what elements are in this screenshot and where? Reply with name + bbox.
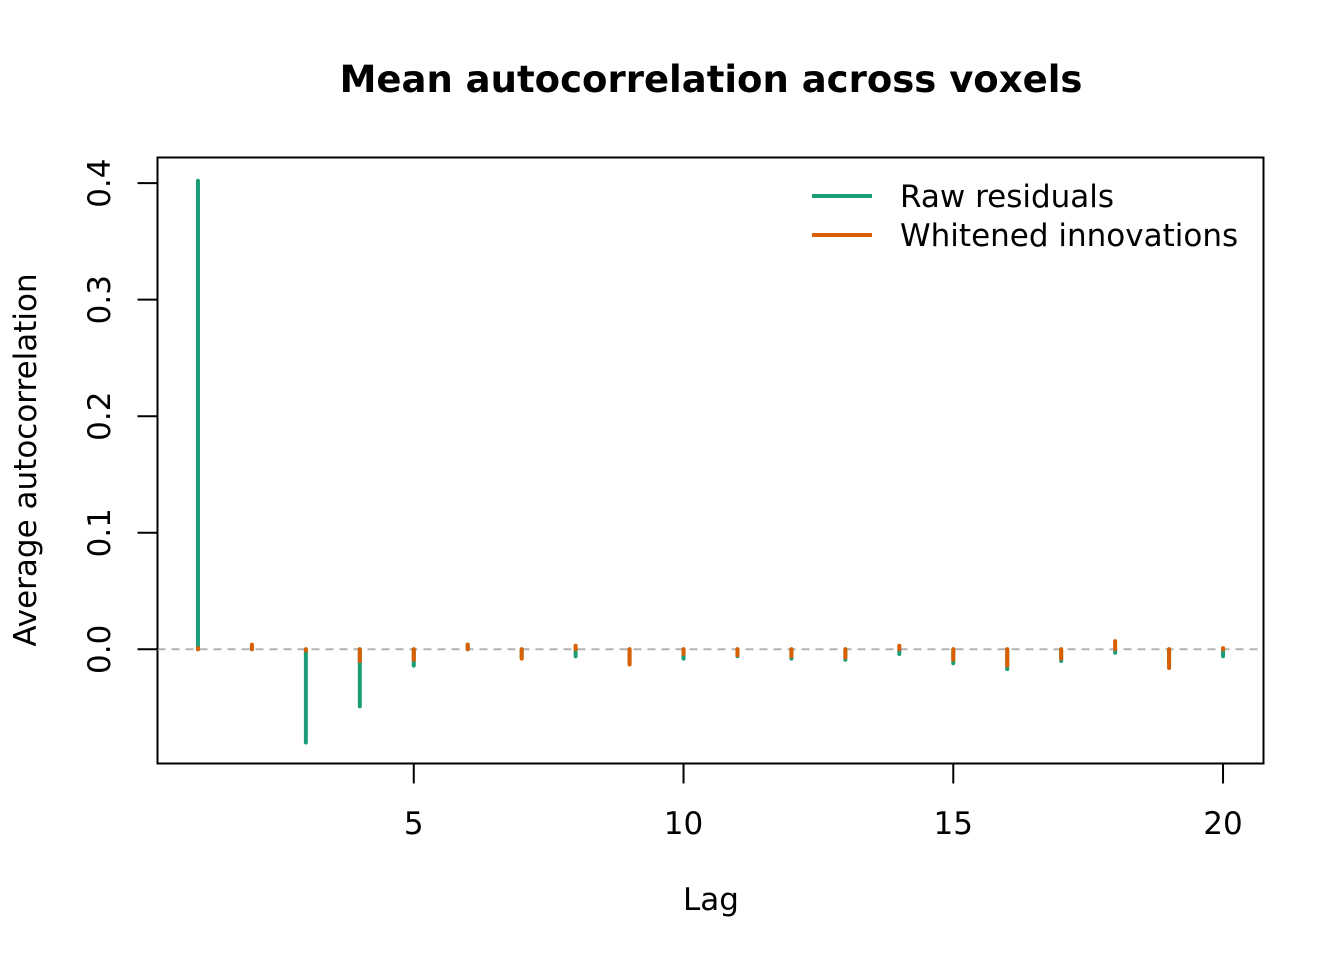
- x-tick-label: 15: [934, 806, 973, 842]
- x-axis-label: Lag: [683, 882, 739, 918]
- y-tick-label: 0.0: [82, 625, 118, 674]
- legend-label: Raw residuals: [900, 179, 1114, 215]
- chart-title: Mean autocorrelation across voxels: [340, 58, 1083, 101]
- acf-chart: Mean autocorrelation across voxels 5 10 15…: [8, 58, 1265, 918]
- x-tick-label: 20: [1203, 806, 1242, 842]
- y-axis: 0.0 0.1 0.2 0.3 0.4: [82, 158, 159, 674]
- y-tick-label: 0.3: [82, 275, 118, 324]
- stem-layer: [195, 178, 1226, 745]
- y-axis-label: Average autocorrelation: [8, 273, 44, 646]
- x-tick-label: 5: [404, 806, 424, 842]
- y-tick-label: 0.2: [82, 392, 118, 441]
- x-axis: 5 10 15 20: [404, 762, 1243, 842]
- x-tick-label: 10: [664, 806, 703, 842]
- legend-label: Whitened innovations: [900, 218, 1238, 254]
- y-tick-label: 0.4: [82, 158, 118, 207]
- legend: Raw residualsWhitened innovations: [812, 179, 1238, 254]
- y-tick-label: 0.1: [82, 508, 118, 557]
